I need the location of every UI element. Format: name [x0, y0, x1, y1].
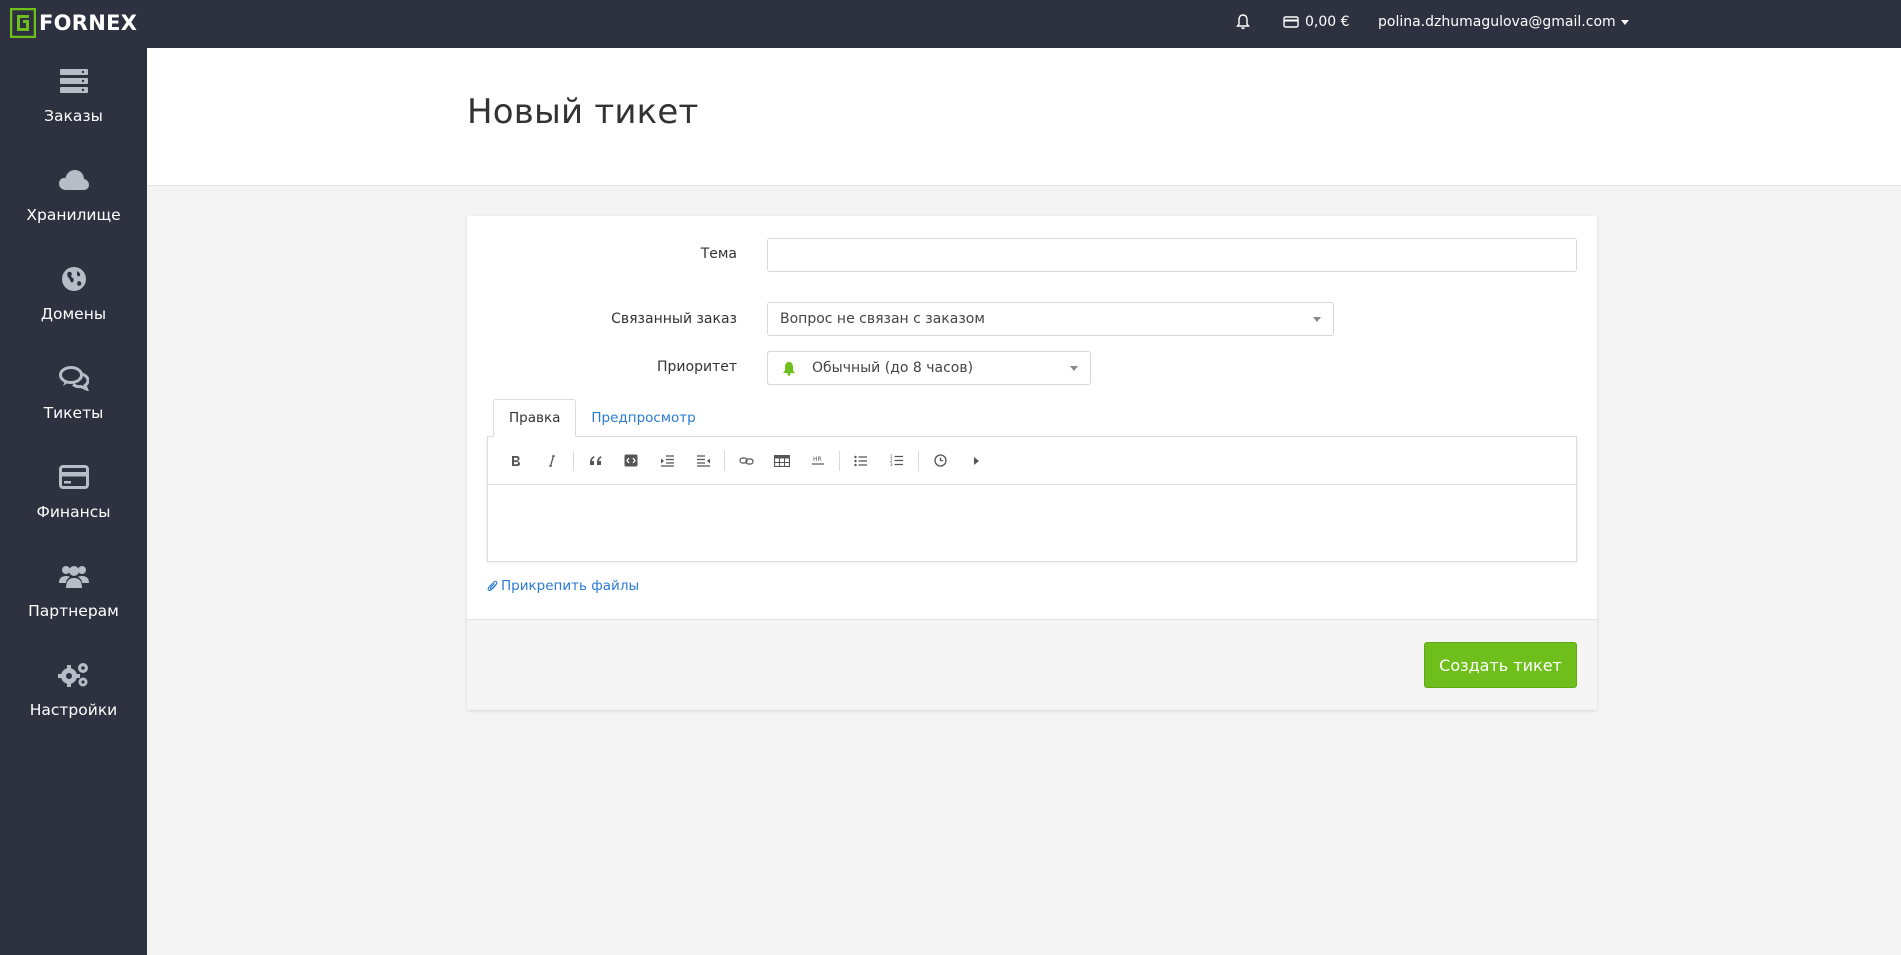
timestamp-button[interactable] — [922, 446, 958, 476]
balance-button[interactable]: 0,00 € — [1283, 0, 1350, 44]
related-order-label: Связанный заказ — [611, 311, 737, 327]
numbered-list-icon: 123 — [890, 454, 903, 467]
sidebar-item-label: Тикеты — [43, 404, 104, 422]
italic-button[interactable] — [534, 446, 570, 476]
table-button[interactable] — [764, 446, 800, 476]
cloud-icon — [58, 163, 90, 197]
toolbar-divider — [573, 450, 574, 471]
priority-select[interactable]: Обычный (до 8 часов) — [767, 351, 1091, 385]
cogs-icon — [57, 658, 90, 692]
message-editor: HR 123 — [487, 436, 1577, 562]
sidebar-item-finance[interactable]: Финансы — [0, 460, 147, 550]
bold-icon — [512, 455, 520, 466]
numbered-list-button[interactable]: 123 — [879, 446, 915, 476]
quote-icon — [589, 456, 601, 465]
page-title: Новый тикет — [467, 92, 699, 132]
editor-content[interactable] — [488, 485, 1576, 561]
sidebar-item-partners[interactable]: Партнерам — [0, 559, 147, 649]
code-button[interactable] — [613, 446, 649, 476]
sidebar-item-label: Партнерам — [28, 602, 119, 620]
bullet-list-icon — [854, 455, 867, 466]
sidebar-item-label: Финансы — [36, 503, 111, 521]
sidebar: Заказы Хранилище Домены Тикеты Финансы П… — [0, 48, 147, 955]
quote-button[interactable] — [577, 446, 613, 476]
clock-icon — [933, 454, 947, 467]
svg-text:HR: HR — [813, 456, 822, 463]
code-icon — [624, 454, 638, 467]
tab-edit[interactable]: Правка — [493, 399, 577, 437]
outdent-icon — [696, 454, 710, 467]
notifications-button[interactable] — [1236, 0, 1250, 44]
related-order-value: Вопрос не связан с заказом — [780, 311, 985, 327]
paperclip-icon — [487, 580, 498, 592]
subject-input[interactable] — [767, 238, 1577, 272]
users-icon — [58, 559, 90, 593]
bell-icon — [783, 362, 795, 376]
horizontal-rule-button[interactable]: HR — [800, 446, 836, 476]
sidebar-item-label: Настройки — [29, 701, 118, 719]
sidebar-item-label: Домены — [40, 305, 107, 323]
italic-icon — [549, 454, 555, 467]
balance-amount: 0,00 € — [1305, 14, 1350, 30]
tab-preview[interactable]: Предпросмотр — [576, 399, 710, 437]
outdent-button[interactable] — [685, 446, 721, 476]
brand-name: FORNEX — [39, 11, 138, 35]
link-icon — [738, 456, 754, 465]
chevron-down-icon — [1620, 19, 1629, 25]
sidebar-item-settings[interactable]: Настройки — [0, 658, 147, 748]
top-bar: FORNEX 0,00 € polina.dzhumagulova@gmail.… — [0, 0, 1901, 48]
editor-tabs: Правка Предпросмотр — [493, 399, 711, 437]
fornex-logo-icon — [10, 8, 36, 38]
more-button[interactable] — [958, 446, 994, 476]
globe-icon — [61, 262, 87, 296]
priority-value: Обычный (до 8 часов) — [812, 360, 974, 376]
editor-toolbar: HR 123 — [488, 437, 1576, 485]
horizontal-rule-icon: HR — [812, 456, 824, 465]
toolbar-divider — [918, 450, 919, 471]
caret-right-icon — [973, 456, 979, 465]
server-icon — [59, 64, 89, 98]
priority-label: Приоритет — [657, 359, 737, 375]
user-email: polina.dzhumagulova@gmail.com — [1378, 14, 1616, 30]
sidebar-item-orders[interactable]: Заказы — [0, 64, 147, 154]
sidebar-item-label: Заказы — [44, 107, 103, 125]
indent-icon — [660, 454, 674, 467]
logo[interactable]: FORNEX — [10, 6, 137, 40]
chat-icon — [58, 361, 89, 395]
create-ticket-button[interactable]: Создать тикет — [1424, 642, 1577, 688]
user-menu[interactable]: polina.dzhumagulova@gmail.com — [1378, 0, 1629, 44]
chevron-down-icon — [1313, 317, 1321, 322]
sidebar-item-tickets[interactable]: Тикеты — [0, 361, 147, 451]
attach-files-label: Прикрепить файлы — [501, 578, 640, 594]
indent-button[interactable] — [649, 446, 685, 476]
subject-label: Тема — [700, 246, 737, 262]
svg-text:3: 3 — [890, 462, 893, 467]
credit-card-icon — [58, 460, 89, 494]
sidebar-item-storage[interactable]: Хранилище — [0, 163, 147, 253]
toolbar-divider — [839, 450, 840, 471]
new-ticket-form: Тема Связанный заказ Вопрос не связан с … — [467, 216, 1597, 710]
credit-card-icon — [1283, 16, 1299, 28]
toolbar-divider — [724, 450, 725, 471]
chevron-down-icon — [1070, 366, 1078, 371]
bell-icon — [1236, 14, 1250, 30]
page-header — [147, 48, 1901, 186]
sidebar-item-domains[interactable]: Домены — [0, 262, 147, 352]
related-order-select[interactable]: Вопрос не связан с заказом — [767, 302, 1334, 336]
link-button[interactable] — [728, 446, 764, 476]
attach-files-link[interactable]: Прикрепить файлы — [487, 578, 639, 594]
bold-button[interactable] — [498, 446, 534, 476]
table-icon — [774, 454, 790, 467]
bullet-list-button[interactable] — [843, 446, 879, 476]
sidebar-item-label: Хранилище — [26, 206, 121, 224]
